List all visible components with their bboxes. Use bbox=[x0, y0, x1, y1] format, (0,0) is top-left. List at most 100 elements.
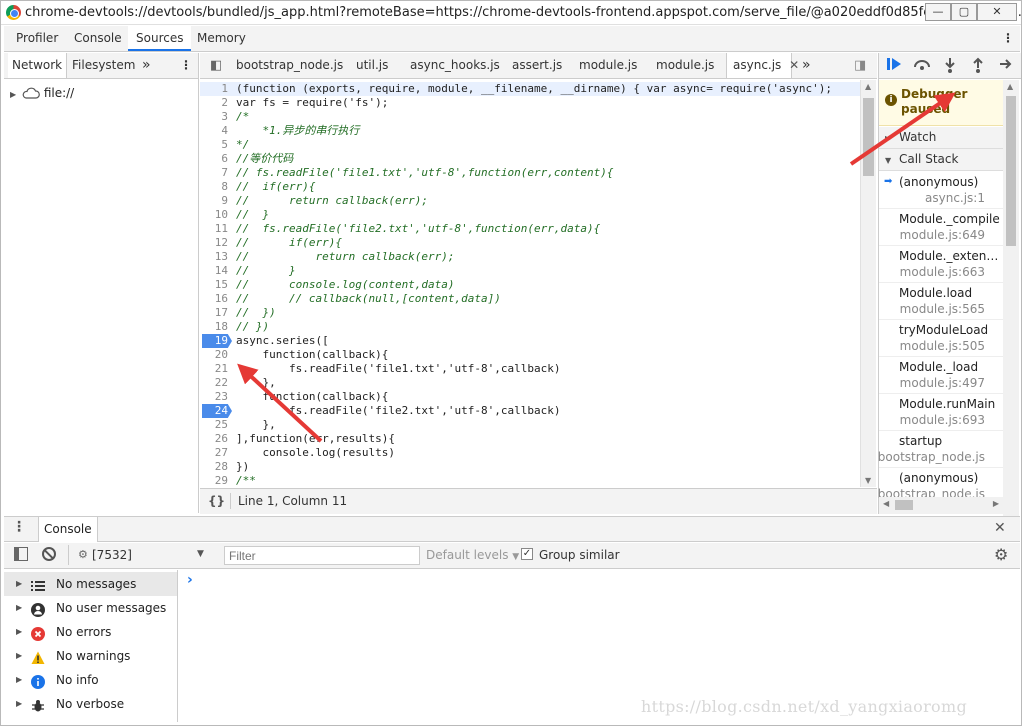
line-number[interactable]: 5 bbox=[200, 138, 228, 152]
line-number[interactable]: 15 bbox=[200, 278, 228, 292]
breakpoint-marker[interactable]: 19 bbox=[202, 334, 232, 348]
step-out-icon[interactable] bbox=[969, 57, 987, 75]
code-line[interactable]: 17 // }) bbox=[200, 306, 860, 320]
console-settings-gear-icon[interactable]: ⚙ bbox=[994, 545, 1008, 564]
line-number[interactable]: 18 bbox=[200, 320, 228, 334]
scroll-left-icon[interactable]: ◀ bbox=[883, 499, 889, 508]
devtools-menu-icon[interactable]: ⋮ bbox=[994, 26, 1021, 51]
toggle-debugger-icon[interactable]: ◨ bbox=[848, 53, 872, 78]
debugger-scrollbar[interactable]: ▲ bbox=[1003, 80, 1019, 524]
navigator-menu-icon[interactable]: ⋮ bbox=[176, 53, 196, 78]
debugger-scroll-thumb[interactable] bbox=[1006, 96, 1016, 246]
line-number[interactable]: 10 bbox=[200, 208, 228, 222]
line-number[interactable]: 13 bbox=[200, 250, 228, 264]
call-stack-frame[interactable]: Module._load module.js:497 bbox=[879, 357, 1003, 394]
context-dropdown-icon[interactable]: ▼ bbox=[197, 549, 204, 559]
code-line[interactable]: 29 /** bbox=[200, 474, 860, 487]
line-number[interactable]: 28 bbox=[200, 460, 228, 474]
line-number[interactable]: 12 bbox=[200, 236, 228, 250]
editor-tab-bootstrap-node[interactable]: bootstrap_node.js bbox=[230, 53, 349, 78]
step-icon[interactable] bbox=[997, 57, 1015, 75]
clear-console-icon[interactable] bbox=[42, 547, 56, 561]
code-line[interactable]: 9 // return callback(err); bbox=[200, 194, 860, 208]
tab-filesystem[interactable]: Filesystem bbox=[68, 53, 139, 78]
code-line[interactable]: 2 var fs = require('fs'); bbox=[200, 96, 860, 110]
code-line[interactable]: 21 fs.readFile('file1.txt','utf-8',callb… bbox=[200, 362, 860, 376]
tab-sources[interactable]: Sources bbox=[128, 26, 192, 51]
close-window-button[interactable]: ✕ bbox=[977, 3, 1017, 21]
call-stack-frame[interactable]: ➡ (anonymous) async.js:1 bbox=[879, 172, 1003, 209]
line-number[interactable]: 29 bbox=[200, 474, 228, 487]
line-number[interactable]: 2 bbox=[200, 96, 228, 110]
editor-tab-async[interactable]: async.js ✕ bbox=[726, 53, 799, 78]
tab-console[interactable]: Console bbox=[66, 26, 130, 51]
line-number[interactable]: 25 bbox=[200, 418, 228, 432]
line-number[interactable]: 27 bbox=[200, 446, 228, 460]
line-number[interactable]: 4 bbox=[200, 124, 228, 138]
scroll-down-icon[interactable]: ▼ bbox=[865, 476, 871, 485]
line-number[interactable]: 11 bbox=[200, 222, 228, 236]
editor-tab-util[interactable]: util.js bbox=[350, 53, 394, 78]
context-selector[interactable]: [7532] bbox=[92, 548, 132, 562]
step-over-icon[interactable] bbox=[913, 57, 931, 75]
line-number[interactable]: 16 bbox=[200, 292, 228, 306]
resume-icon[interactable] bbox=[885, 57, 903, 75]
editor-tab-module-1[interactable]: module.js bbox=[573, 53, 643, 78]
editor-tab-async-hooks[interactable]: async_hooks.js bbox=[404, 53, 506, 78]
code-line[interactable]: 7 // fs.readFile('file1.txt','utf-8',func… bbox=[200, 166, 860, 180]
console-filter-item[interactable]: ▶ No user messages bbox=[4, 596, 177, 620]
watch-section-header[interactable]: ▶ Watch bbox=[879, 127, 1003, 149]
code-line[interactable]: 11 // fs.readFile('file2.txt','utf-8',fun… bbox=[200, 222, 860, 236]
code-line[interactable]: 27 console.log(results) bbox=[200, 446, 860, 460]
code-line[interactable]: 12 // if(err){ bbox=[200, 236, 860, 250]
tab-memory[interactable]: Memory bbox=[189, 26, 254, 51]
editor-scroll-thumb[interactable] bbox=[863, 98, 874, 176]
line-number[interactable]: 14 bbox=[200, 264, 228, 278]
code-line[interactable]: 5 */ bbox=[200, 138, 860, 152]
code-line[interactable]: 16 // // callback(null,[content,data]) bbox=[200, 292, 860, 306]
code-line[interactable]: 14 // } bbox=[200, 264, 860, 278]
code-line[interactable]: 6 //等价代码 bbox=[200, 152, 860, 166]
toggle-sidebar-icon[interactable] bbox=[14, 547, 28, 561]
minimize-button[interactable]: — bbox=[925, 3, 951, 21]
scroll-up-icon[interactable]: ▲ bbox=[865, 82, 871, 91]
call-stack-frame[interactable]: startup bootstrap_node.js bbox=[878, 431, 1003, 468]
editor-scrollbar[interactable]: ▲ ▼ bbox=[860, 80, 876, 487]
code-line[interactable]: 8 // if(err){ bbox=[200, 180, 860, 194]
breakpoint-marker[interactable]: 24 bbox=[202, 404, 232, 418]
console-filter-item[interactable]: ▶ No info bbox=[4, 668, 177, 692]
code-line[interactable]: 4 *1.异步的串行执行 bbox=[200, 124, 860, 138]
console-filter-item[interactable]: ▶ No verbose bbox=[4, 692, 177, 716]
tab-profiler[interactable]: Profiler bbox=[8, 26, 66, 51]
line-number[interactable]: 1 bbox=[200, 82, 228, 96]
close-drawer-icon[interactable]: ✕ bbox=[994, 520, 1006, 536]
scroll-right-icon[interactable]: ▶ bbox=[993, 499, 999, 508]
code-line[interactable]: 15 // console.log(content,data) bbox=[200, 278, 860, 292]
default-levels-dropdown[interactable]: Default levels ▼ bbox=[426, 548, 519, 562]
call-stack-frame[interactable]: Module.load module.js:565 bbox=[879, 283, 1003, 320]
code-line[interactable]: 26],function(err,results){ bbox=[200, 432, 860, 446]
console-filter-item[interactable]: ▶ No messages bbox=[4, 572, 177, 596]
line-number[interactable]: 6 bbox=[200, 152, 228, 166]
editor-tab-module-2[interactable]: module.js bbox=[650, 53, 720, 78]
code-line[interactable]: 28}) bbox=[200, 460, 860, 474]
line-number[interactable]: 23 bbox=[200, 390, 228, 404]
line-number[interactable]: 21 bbox=[200, 362, 228, 376]
code-line[interactable]: 24 fs.readFile('file2.txt','utf-8',callb… bbox=[200, 404, 860, 418]
code-line[interactable]: 22 }, bbox=[200, 376, 860, 390]
step-into-icon[interactable] bbox=[941, 57, 959, 75]
tree-item-file-root[interactable]: ▶ file:// bbox=[10, 84, 74, 102]
drawer-menu-icon[interactable]: ⋮ bbox=[12, 519, 26, 535]
call-stack-frame[interactable]: Module._extensi... module.js:663 bbox=[879, 246, 1003, 283]
line-number[interactable]: 7 bbox=[200, 166, 228, 180]
tab-network[interactable]: Network bbox=[8, 53, 68, 78]
console-filter-item[interactable]: ▶ No warnings bbox=[4, 644, 177, 668]
code-line[interactable]: 19 async.series([ bbox=[200, 334, 860, 348]
call-stack-frame[interactable]: Module._compile module.js:649 bbox=[879, 209, 1003, 246]
console-filter-item[interactable]: ▶ No errors bbox=[4, 620, 177, 644]
maximize-button[interactable]: ▢ bbox=[951, 3, 977, 21]
code-line[interactable]: 23 function(callback){ bbox=[200, 390, 860, 404]
code-line[interactable]: 3 /* bbox=[200, 110, 860, 124]
drawer-tab-console[interactable]: Console bbox=[38, 517, 98, 542]
editor-more-tabs-button[interactable]: » bbox=[796, 53, 817, 78]
